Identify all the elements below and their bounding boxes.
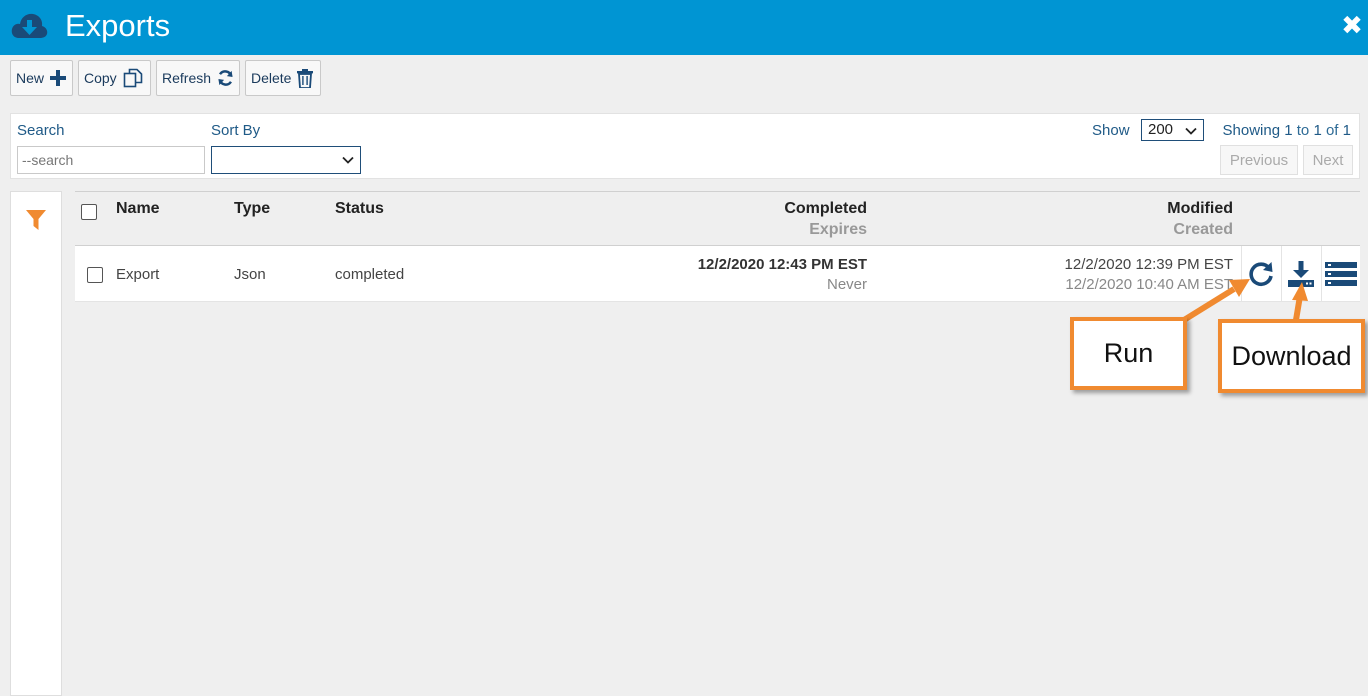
row-type: Json [234, 266, 266, 283]
download-callout: Download [1218, 319, 1365, 393]
column-header-status[interactable]: Status [335, 200, 384, 218]
row-modified: 12/2/2020 12:39 PM EST [1064, 256, 1233, 273]
cloud-download-icon [11, 13, 48, 38]
copy-button-label: Copy [84, 70, 117, 86]
run-button[interactable] [1241, 246, 1279, 302]
row-checkbox[interactable] [87, 267, 103, 283]
row-completed: 12/2/2020 12:43 PM EST [697, 256, 867, 273]
showing-to-word: to [1292, 122, 1314, 139]
refresh-button[interactable]: Refresh [156, 60, 240, 96]
row-created: 12/2/2020 10:40 AM EST [1065, 276, 1233, 293]
row-name: Export [116, 266, 160, 283]
delete-button-label: Delete [251, 70, 292, 86]
showing-to: 1 [1313, 122, 1322, 139]
delete-button[interactable]: Delete [245, 60, 321, 96]
list-icon [1324, 262, 1357, 286]
run-callout: Run [1070, 317, 1187, 390]
column-header-name[interactable]: Name [116, 200, 160, 218]
search-label: Search [17, 122, 65, 139]
page-title: Exports [65, 8, 171, 43]
result-count: Showing 1 to 1 of 1 [1223, 122, 1351, 139]
showing-total: 1 [1342, 122, 1351, 139]
showing-from: 1 [1284, 122, 1293, 139]
refresh-icon [218, 70, 233, 86]
previous-page-button[interactable]: Previous [1220, 145, 1298, 175]
download-button[interactable] [1281, 246, 1319, 302]
table-row[interactable]: Export Json completed 12/2/2020 12:43 PM… [75, 246, 1360, 302]
column-header-expires[interactable]: Expires [809, 221, 867, 239]
row-expires: Never [826, 276, 867, 293]
showing-of-word: of [1321, 122, 1343, 139]
column-header-modified[interactable]: Modified [1167, 200, 1233, 218]
sort-by-label: Sort By [211, 122, 261, 139]
new-button-label: New [16, 70, 45, 86]
page-size-value: 200 [1148, 121, 1174, 138]
row-status: completed [335, 266, 405, 283]
trash-icon [297, 68, 314, 88]
app-header: Exports ✖ [0, 0, 1368, 55]
copy-button[interactable]: Copy [78, 60, 151, 96]
show-label: Show [1092, 122, 1130, 139]
new-button[interactable]: New [10, 60, 73, 96]
download-icon [1287, 261, 1314, 287]
page-size-select[interactable]: 200 [1141, 119, 1204, 141]
copy-icon [123, 68, 142, 88]
refresh-button-label: Refresh [162, 70, 212, 86]
search-input[interactable] [17, 146, 205, 174]
next-page-button[interactable]: Next [1303, 145, 1353, 175]
select-all-checkbox[interactable] [81, 204, 97, 220]
chevron-down-icon [1185, 127, 1197, 135]
column-header-type[interactable]: Type [234, 200, 270, 218]
run-icon [1248, 262, 1273, 286]
sort-by-select[interactable] [211, 146, 361, 174]
column-header-created[interactable]: Created [1173, 221, 1233, 239]
plus-icon [50, 70, 67, 86]
column-header-completed[interactable]: Completed [784, 200, 867, 218]
chevron-down-icon [342, 156, 354, 164]
filter-sidebar [10, 191, 62, 696]
filter-icon[interactable] [26, 210, 46, 230]
search-panel: Search Sort By Show 200 Showing 1 to 1 o… [10, 113, 1360, 179]
table-header: Name Type Status Completed Expires Modif… [75, 191, 1360, 246]
details-button[interactable] [1321, 246, 1359, 302]
showing-prefix: Showing [1222, 122, 1285, 139]
close-icon[interactable]: ✖ [1340, 12, 1364, 38]
